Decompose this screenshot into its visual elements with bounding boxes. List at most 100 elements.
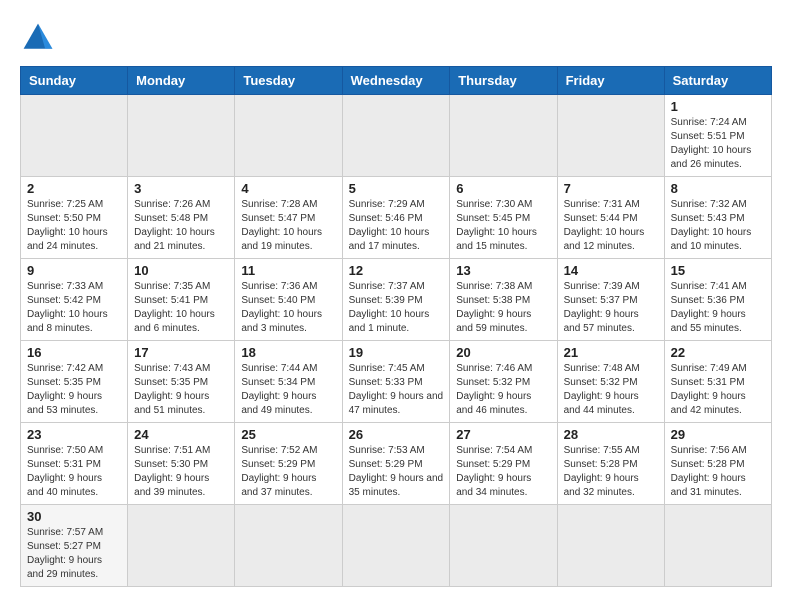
calendar-cell: 24 Sunrise: 7:51 AM Sunset: 5:30 PM Dayli… bbox=[128, 423, 235, 505]
day-number: 20 bbox=[456, 345, 550, 360]
calendar-week-row: 9Sunrise: 7:33 AM Sunset: 5:42 PM Daylig… bbox=[21, 259, 772, 341]
day-number: 14 bbox=[564, 263, 658, 278]
calendar-cell: 16Sunrise: 7:42 AM Sunset: 5:35 PM Dayli… bbox=[21, 341, 128, 423]
day-info: Sunrise: 7:43 AM Sunset: 5:35 PM Dayligh… bbox=[134, 362, 228, 418]
day-info: Sunrise: 7:42 AM Sunset: 5:35 PM Dayligh… bbox=[27, 362, 121, 418]
day-info: Sunrise: 7:50 AM Sunset: 5:31 PM Dayligh… bbox=[27, 444, 121, 500]
weekday-header: Thursday bbox=[450, 67, 557, 95]
day-info: Sunrise: 7:36 AM Sunset: 5:40 PM Dayligh… bbox=[241, 280, 335, 336]
calendar-cell: 25Sunrise: 7:52 AM Sunset: 5:29 PM Dayli… bbox=[235, 423, 342, 505]
calendar-cell: 9Sunrise: 7:33 AM Sunset: 5:42 PM Daylig… bbox=[21, 259, 128, 341]
calendar-cell: 10 Sunrise: 7:35 AM Sunset: 5:41 PM Dayli… bbox=[128, 259, 235, 341]
weekday-header: Wednesday bbox=[342, 67, 450, 95]
calendar-cell: 2Sunrise: 7:25 AM Sunset: 5:50 PM Daylig… bbox=[21, 177, 128, 259]
calendar-cell: 12Sunrise: 7:37 AM Sunset: 5:39 PM Dayli… bbox=[342, 259, 450, 341]
day-info: Sunrise: 7:31 AM Sunset: 5:44 PM Dayligh… bbox=[564, 198, 658, 254]
calendar-cell: 14 Sunrise: 7:39 AM Sunset: 5:37 PM Dayli… bbox=[557, 259, 664, 341]
calendar-cell bbox=[450, 505, 557, 587]
day-info: Sunrise: 7:44 AM Sunset: 5:34 PM Dayligh… bbox=[241, 362, 335, 418]
day-info: Sunrise: 7:24 AM Sunset: 5:51 PM Dayligh… bbox=[671, 116, 765, 172]
day-number: 27 bbox=[456, 427, 550, 442]
page-header bbox=[20, 20, 772, 56]
day-info: Sunrise: 7:55 AM Sunset: 5:28 PM Dayligh… bbox=[564, 444, 658, 500]
calendar-cell: 1 Sunrise: 7:24 AM Sunset: 5:51 PM Daylig… bbox=[664, 95, 771, 177]
calendar-cell: 13 Sunrise: 7:38 AM Sunset: 5:38 PM Dayli… bbox=[450, 259, 557, 341]
day-number: 28 bbox=[564, 427, 658, 442]
day-info: Sunrise: 7:26 AM Sunset: 5:48 PM Dayligh… bbox=[134, 198, 228, 254]
day-number: 8 bbox=[671, 181, 765, 196]
calendar-cell: 5Sunrise: 7:29 AM Sunset: 5:46 PM Daylig… bbox=[342, 177, 450, 259]
calendar-cell: 23 Sunrise: 7:50 AM Sunset: 5:31 PM Dayli… bbox=[21, 423, 128, 505]
calendar-cell: 3 Sunrise: 7:26 AM Sunset: 5:48 PM Daylig… bbox=[128, 177, 235, 259]
day-number: 1 bbox=[671, 99, 765, 114]
day-info: Sunrise: 7:30 AM Sunset: 5:45 PM Dayligh… bbox=[456, 198, 550, 254]
calendar-cell: 20 Sunrise: 7:46 AM Sunset: 5:32 PM Dayli… bbox=[450, 341, 557, 423]
day-info: Sunrise: 7:57 AM Sunset: 5:27 PM Dayligh… bbox=[27, 526, 121, 582]
day-number: 18 bbox=[241, 345, 335, 360]
calendar-cell bbox=[342, 505, 450, 587]
calendar-cell: 8 Sunrise: 7:32 AM Sunset: 5:43 PM Daylig… bbox=[664, 177, 771, 259]
day-info: Sunrise: 7:51 AM Sunset: 5:30 PM Dayligh… bbox=[134, 444, 228, 500]
weekday-header: Friday bbox=[557, 67, 664, 95]
calendar-cell bbox=[235, 95, 342, 177]
calendar-cell: 28 Sunrise: 7:55 AM Sunset: 5:28 PM Dayli… bbox=[557, 423, 664, 505]
day-info: Sunrise: 7:35 AM Sunset: 5:41 PM Dayligh… bbox=[134, 280, 228, 336]
calendar-cell bbox=[235, 505, 342, 587]
day-number: 10 bbox=[134, 263, 228, 278]
day-number: 29 bbox=[671, 427, 765, 442]
day-info: Sunrise: 7:56 AM Sunset: 5:28 PM Dayligh… bbox=[671, 444, 765, 500]
calendar-table: SundayMondayTuesdayWednesdayThursdayFrid… bbox=[20, 66, 772, 587]
day-number: 11 bbox=[241, 263, 335, 278]
weekday-header: Monday bbox=[128, 67, 235, 95]
calendar-cell bbox=[557, 95, 664, 177]
day-info: Sunrise: 7:49 AM Sunset: 5:31 PM Dayligh… bbox=[671, 362, 765, 418]
calendar-cell bbox=[128, 95, 235, 177]
weekday-header: Tuesday bbox=[235, 67, 342, 95]
day-number: 13 bbox=[456, 263, 550, 278]
calendar-cell bbox=[450, 95, 557, 177]
logo-icon bbox=[20, 20, 56, 56]
calendar-cell: 17 Sunrise: 7:43 AM Sunset: 5:35 PM Dayli… bbox=[128, 341, 235, 423]
day-info: Sunrise: 7:38 AM Sunset: 5:38 PM Dayligh… bbox=[456, 280, 550, 336]
calendar-week-row: 16Sunrise: 7:42 AM Sunset: 5:35 PM Dayli… bbox=[21, 341, 772, 423]
day-number: 23 bbox=[27, 427, 121, 442]
weekday-header: Sunday bbox=[21, 67, 128, 95]
day-info: Sunrise: 7:29 AM Sunset: 5:46 PM Dayligh… bbox=[349, 198, 444, 254]
calendar-cell: 21Sunrise: 7:48 AM Sunset: 5:32 PM Dayli… bbox=[557, 341, 664, 423]
calendar-cell: 4 Sunrise: 7:28 AM Sunset: 5:47 PM Daylig… bbox=[235, 177, 342, 259]
day-number: 6 bbox=[456, 181, 550, 196]
day-info: Sunrise: 7:53 AM Sunset: 5:29 PM Dayligh… bbox=[349, 444, 444, 500]
calendar-cell: 26 Sunrise: 7:53 AM Sunset: 5:29 PM Dayli… bbox=[342, 423, 450, 505]
calendar-cell: 6 Sunrise: 7:30 AM Sunset: 5:45 PM Daylig… bbox=[450, 177, 557, 259]
day-info: Sunrise: 7:39 AM Sunset: 5:37 PM Dayligh… bbox=[564, 280, 658, 336]
day-info: Sunrise: 7:28 AM Sunset: 5:47 PM Dayligh… bbox=[241, 198, 335, 254]
calendar-cell: 15 Sunrise: 7:41 AM Sunset: 5:36 PM Dayli… bbox=[664, 259, 771, 341]
day-info: Sunrise: 7:41 AM Sunset: 5:36 PM Dayligh… bbox=[671, 280, 765, 336]
day-info: Sunrise: 7:52 AM Sunset: 5:29 PM Dayligh… bbox=[241, 444, 335, 500]
calendar-week-row: 23 Sunrise: 7:50 AM Sunset: 5:31 PM Dayli… bbox=[21, 423, 772, 505]
calendar-week-row: 1 Sunrise: 7:24 AM Sunset: 5:51 PM Daylig… bbox=[21, 95, 772, 177]
calendar-week-row: 30 Sunrise: 7:57 AM Sunset: 5:27 PM Dayli… bbox=[21, 505, 772, 587]
calendar-cell: 27Sunrise: 7:54 AM Sunset: 5:29 PM Dayli… bbox=[450, 423, 557, 505]
day-number: 21 bbox=[564, 345, 658, 360]
day-number: 3 bbox=[134, 181, 228, 196]
calendar-cell bbox=[128, 505, 235, 587]
logo bbox=[20, 20, 60, 56]
day-info: Sunrise: 7:46 AM Sunset: 5:32 PM Dayligh… bbox=[456, 362, 550, 418]
day-number: 17 bbox=[134, 345, 228, 360]
day-info: Sunrise: 7:45 AM Sunset: 5:33 PM Dayligh… bbox=[349, 362, 444, 418]
day-number: 4 bbox=[241, 181, 335, 196]
calendar-header-row: SundayMondayTuesdayWednesdayThursdayFrid… bbox=[21, 67, 772, 95]
day-number: 7 bbox=[564, 181, 658, 196]
day-number: 30 bbox=[27, 509, 121, 524]
day-number: 15 bbox=[671, 263, 765, 278]
day-info: Sunrise: 7:32 AM Sunset: 5:43 PM Dayligh… bbox=[671, 198, 765, 254]
calendar-cell: 7 Sunrise: 7:31 AM Sunset: 5:44 PM Daylig… bbox=[557, 177, 664, 259]
day-number: 2 bbox=[27, 181, 121, 196]
day-number: 26 bbox=[349, 427, 444, 442]
calendar-cell: 30 Sunrise: 7:57 AM Sunset: 5:27 PM Dayli… bbox=[21, 505, 128, 587]
day-number: 9 bbox=[27, 263, 121, 278]
calendar-cell: 22 Sunrise: 7:49 AM Sunset: 5:31 PM Dayli… bbox=[664, 341, 771, 423]
day-number: 22 bbox=[671, 345, 765, 360]
day-number: 24 bbox=[134, 427, 228, 442]
